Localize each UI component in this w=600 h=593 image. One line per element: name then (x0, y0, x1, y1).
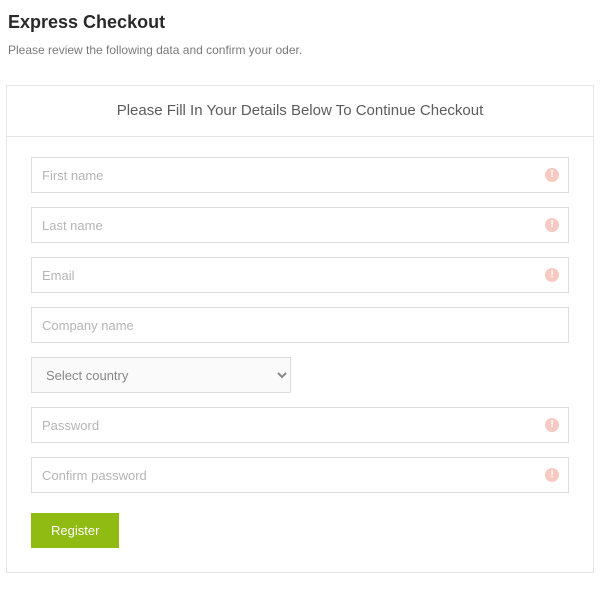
company-input[interactable] (31, 307, 569, 343)
last-name-field-wrap: ! (31, 207, 569, 243)
country-select[interactable]: Select country (31, 357, 291, 393)
password-input[interactable] (31, 407, 569, 443)
confirm-password-input[interactable] (31, 457, 569, 493)
checkout-panel: Please Fill In Your Details Below To Con… (6, 85, 594, 573)
country-field-wrap: Select country (31, 357, 569, 393)
email-field-wrap: ! (31, 257, 569, 293)
required-icon: ! (545, 418, 559, 432)
first-name-input[interactable] (31, 157, 569, 193)
company-field-wrap (31, 307, 569, 343)
register-button[interactable]: Register (31, 513, 119, 548)
email-input[interactable] (31, 257, 569, 293)
page-title: Express Checkout (8, 12, 594, 33)
password-field-wrap: ! (31, 407, 569, 443)
page-subtext: Please review the following data and con… (8, 43, 594, 57)
required-icon: ! (545, 218, 559, 232)
panel-title: Please Fill In Your Details Below To Con… (117, 102, 484, 119)
panel-body: ! ! ! Select country ! (7, 137, 593, 572)
last-name-input[interactable] (31, 207, 569, 243)
required-icon: ! (545, 468, 559, 482)
confirm-password-field-wrap: ! (31, 457, 569, 493)
required-icon: ! (545, 168, 559, 182)
panel-header: Please Fill In Your Details Below To Con… (7, 86, 593, 137)
required-icon: ! (545, 268, 559, 282)
first-name-field-wrap: ! (31, 157, 569, 193)
express-checkout-page: Express Checkout Please review the follo… (0, 0, 600, 593)
